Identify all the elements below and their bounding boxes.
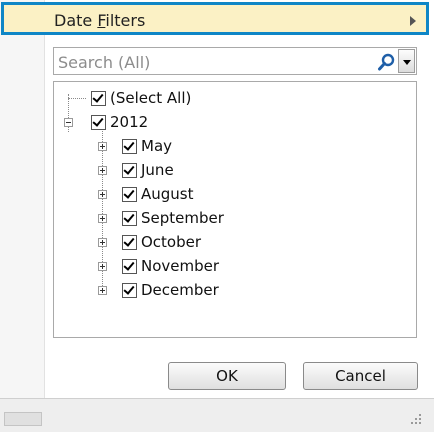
tree-item-label: October	[141, 233, 202, 251]
tree-item-select-all[interactable]: (Select All)	[91, 87, 191, 109]
sheet-strip	[0, 398, 434, 432]
menu-icon-gutter	[0, 0, 45, 431]
ok-button[interactable]: OK	[168, 362, 286, 390]
tree-item-month[interactable]: November	[122, 255, 219, 277]
tree-item-month[interactable]: October	[122, 231, 201, 253]
tree-connector	[68, 98, 86, 99]
checkbox[interactable]	[122, 258, 137, 274]
tree-item-label: November	[141, 257, 220, 275]
tree-item-label: August	[141, 185, 194, 203]
expand-icon[interactable]	[98, 142, 107, 151]
date-filters-menu-item[interactable]: Date Filters	[1, 2, 429, 35]
checkbox[interactable]	[122, 186, 137, 202]
expand-icon[interactable]	[98, 238, 107, 247]
tree-item-label: May	[141, 137, 173, 155]
tree-item-label: December	[141, 281, 219, 299]
checkbox[interactable]	[91, 114, 106, 130]
expand-icon[interactable]	[98, 262, 107, 271]
filter-tree[interactable]: (Select All) 2012 May June August Septem…	[53, 81, 417, 338]
expand-icon[interactable]	[98, 166, 107, 175]
tree-item-label: September	[141, 209, 224, 227]
expand-icon[interactable]	[98, 286, 107, 295]
tree-item-month[interactable]: May	[122, 135, 172, 157]
collapse-icon[interactable]	[64, 118, 73, 127]
checkbox[interactable]	[122, 138, 137, 154]
chevron-right-icon	[410, 16, 416, 26]
search-box[interactable]	[53, 47, 417, 76]
tree-item-year[interactable]: 2012	[91, 111, 148, 133]
tree-item-label: (Select All)	[110, 89, 192, 107]
checkbox[interactable]	[91, 90, 106, 106]
checkbox[interactable]	[122, 282, 137, 298]
chevron-down-icon[interactable]	[398, 49, 415, 73]
checkbox[interactable]	[122, 162, 137, 178]
tree-item-month[interactable]: August	[122, 183, 194, 205]
tree-item-month[interactable]: June	[122, 159, 174, 181]
search-icon[interactable]	[377, 52, 397, 72]
tree-item-label: June	[141, 161, 174, 179]
expand-icon[interactable]	[98, 214, 107, 223]
cancel-button[interactable]: Cancel	[303, 362, 418, 390]
expand-icon[interactable]	[98, 190, 107, 199]
resize-grip-icon[interactable]	[409, 412, 423, 426]
checkbox[interactable]	[122, 210, 137, 226]
search-input[interactable]	[54, 48, 378, 76]
tree-item-month[interactable]: September	[122, 207, 224, 229]
date-filters-label: Date Filters	[54, 11, 146, 30]
tree-item-month[interactable]: December	[122, 279, 219, 301]
checkbox[interactable]	[122, 234, 137, 250]
scrollbar-thumb[interactable]	[4, 412, 42, 426]
tree-item-label: 2012	[110, 113, 149, 131]
